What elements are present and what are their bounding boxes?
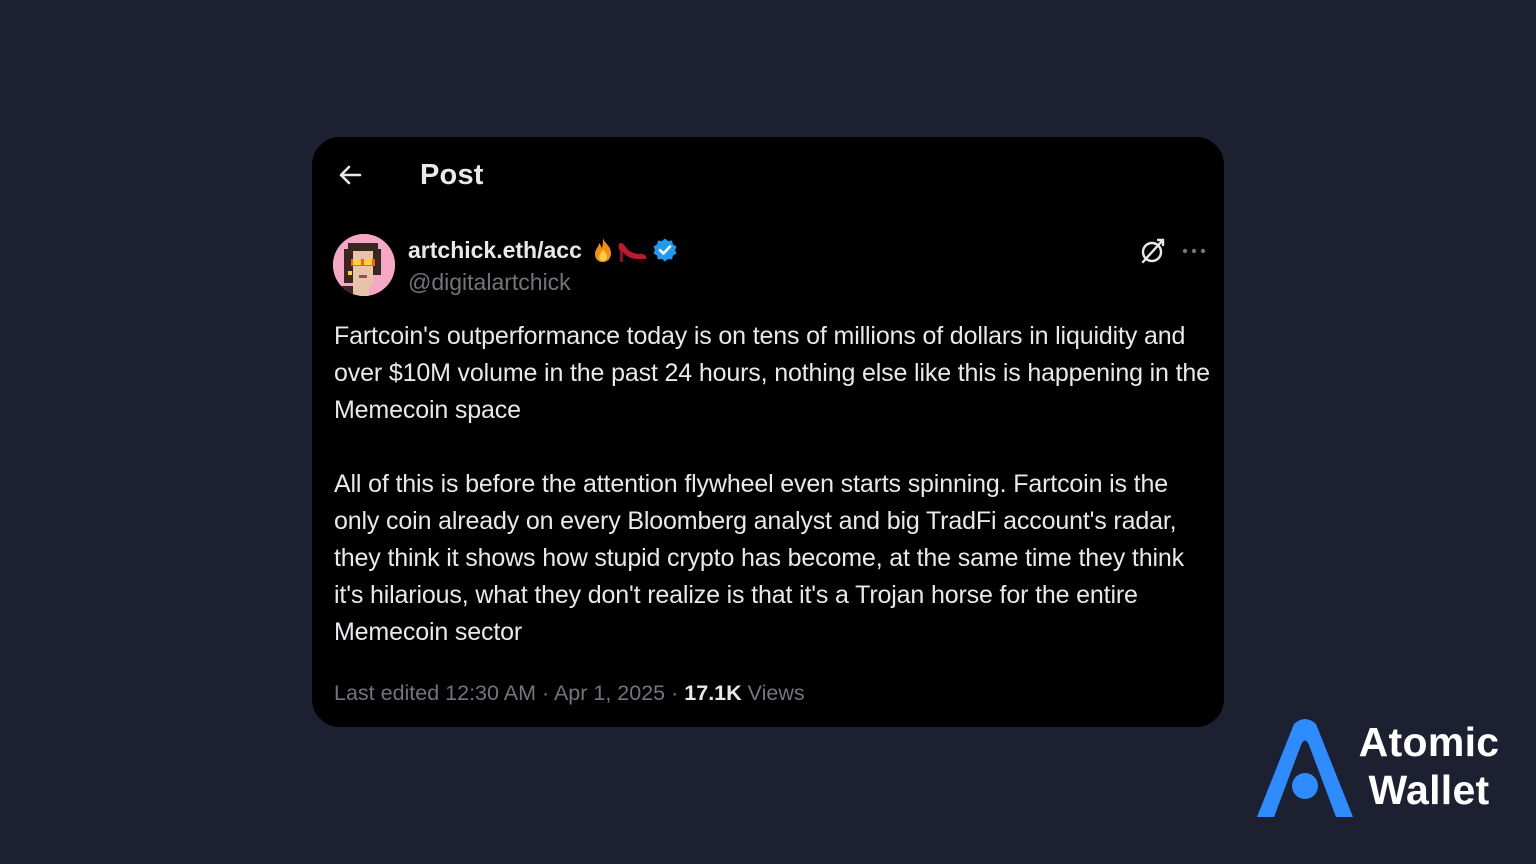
meta-separator: · [542, 681, 550, 705]
edited-time-link[interactable]: Last edited 12:30 AM [334, 681, 536, 705]
more-button[interactable] [1179, 236, 1209, 266]
views-count: 17.1K [684, 681, 742, 705]
avatar[interactable] [333, 234, 395, 296]
page-title: Post [420, 159, 484, 191]
grok-button[interactable] [1138, 236, 1168, 266]
post-paragraph: Fartcoin's outperformance today is on te… [334, 322, 1210, 424]
grok-icon [1141, 238, 1165, 264]
emoji-group [589, 236, 647, 264]
pixel-avatar-image [333, 234, 395, 296]
post-card: Post artchick.eth/acc @digitalartchick F… [312, 137, 1224, 727]
brand-line-2: Wallet [1368, 767, 1490, 813]
display-name[interactable]: artchick.eth/acc [408, 234, 582, 266]
meta-separator: · [671, 681, 679, 705]
post-meta: Last edited 12:30 AM · Apr 1, 2025 · 17.… [334, 676, 805, 710]
arrow-left-icon [339, 165, 362, 185]
more-icon [1182, 248, 1206, 254]
user-info: artchick.eth/acc @digitalartchick [408, 234, 678, 298]
atomic-wallet-mark-icon [1257, 719, 1353, 817]
atomic-wallet-logo: Atomic Wallet [1253, 718, 1523, 820]
display-name-row: artchick.eth/acc [408, 234, 678, 266]
post-body: Fartcoin's outperformance today is on te… [334, 318, 1214, 651]
stage: Post artchick.eth/acc @digitalartchick F… [0, 0, 1536, 864]
high-heel-icon [618, 242, 646, 262]
back-button[interactable] [334, 159, 366, 191]
brand-wordmark: Atomic Wallet [1353, 718, 1505, 814]
fire-icon [594, 238, 611, 262]
post-header: Post [312, 137, 1224, 213]
post-paragraph: All of this is before the attention flyw… [334, 470, 1184, 646]
views-label: Views [747, 681, 805, 705]
brand-line-1: Atomic [1358, 719, 1500, 765]
post-date[interactable]: Apr 1, 2025 [554, 681, 665, 705]
user-handle[interactable]: @digitalartchick [408, 266, 678, 298]
verified-badge-icon [653, 238, 677, 262]
